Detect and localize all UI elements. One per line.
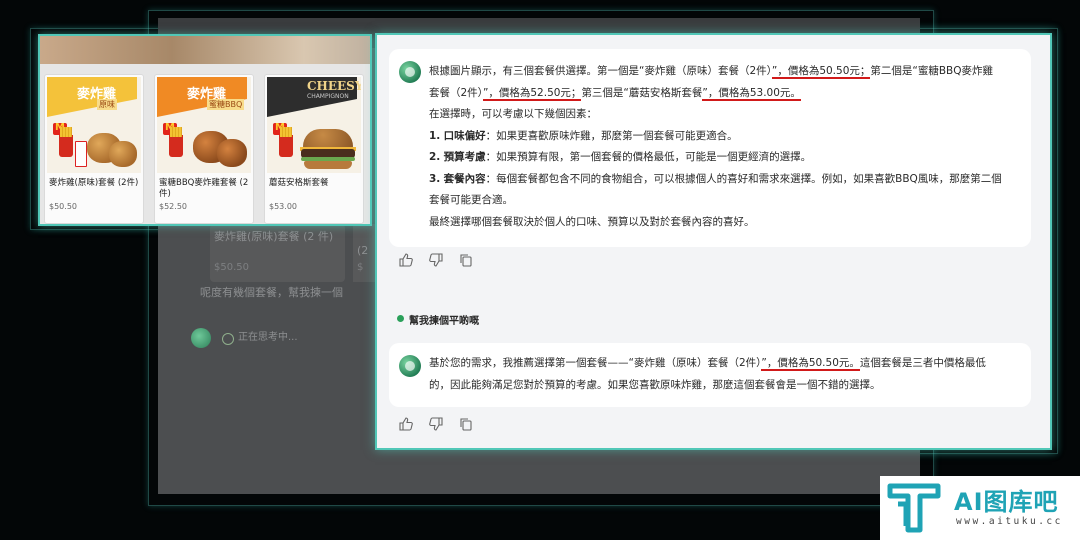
response-text-segment: 第二個是“蜜糖BBQ麥炸雞	[870, 65, 993, 77]
factor-continuation: 套餐可能更合適。	[429, 194, 513, 206]
ai-response-bubble: 根據圖片顯示，有三個套餐供選擇。第一個是“麥炸雞（原味）套餐（2件）”，價格為5…	[389, 49, 1031, 247]
menu-card-original[interactable]: 麥炸雞 原味 麥炸雞(原味)套餐 (2件) $50.50	[44, 74, 144, 224]
chat-panel: 根據圖片顯示，有三個套餐供選擇。第一個是“麥炸雞（原味）套餐（2件）”，價格為5…	[375, 33, 1052, 450]
factor-title: 套餐內容	[443, 172, 486, 185]
copy-icon[interactable]	[459, 417, 473, 431]
response-text-segment: 套餐（2件）	[429, 86, 483, 99]
banner-subtitle: 蜜糖BBQ	[207, 99, 245, 110]
background-item-name: 麥炸雞(原味)套餐 (2 件)	[214, 230, 334, 243]
background-ai-avatar	[191, 328, 211, 348]
factor-item: 2. 預算考慮：如果預算有限，第一個套餐的價格最低，可能是一個更經濟的選擇。	[429, 147, 1019, 169]
factor-item: 3. 套餐內容：每個套餐都包含不同的食物組合，可以根據個人的喜好和需求來選擇。例…	[429, 169, 1019, 191]
factor-item: 1. 口味偏好：如果更喜歡原味炸雞，那麼第一個套餐可能更適合。	[429, 126, 1019, 148]
burger-icon	[303, 129, 353, 149]
menu-top-photo	[40, 36, 370, 64]
banner-subtitle: 原味	[97, 99, 117, 110]
response-line: 套餐（2件）”，價格為52.50元；第三個是“蘑菇安格斯套餐”，價格為53.00…	[429, 83, 1019, 105]
menu-image-panel: 麥炸雞 原味 麥炸雞(原味)套餐 (2件) $50.50 麥炸雞 蜜糖BBQ 蜜…	[38, 34, 372, 226]
chicken-icon	[217, 139, 247, 167]
menu-card-angus[interactable]: CHEESY CHAMPIGNON 蘑菇安格斯套餐 $53.00	[264, 74, 364, 224]
menu-card-bbq[interactable]: 麥炸雞 蜜糖BBQ 蜜糖BBQ麥炸雞套餐 (2件) $52.50	[154, 74, 254, 224]
user-message: 幫我揀個平啲嘅	[409, 316, 479, 327]
burger-bottom-bun	[304, 161, 352, 169]
user-message-dot	[397, 315, 404, 322]
factor-number: 2.	[429, 151, 441, 163]
ai-avatar-icon	[399, 355, 421, 377]
thumbs-up-icon[interactable]	[399, 417, 413, 431]
factor-number: 3.	[429, 172, 441, 185]
conclusion: 最終選擇哪個套餐取決於個人的口味、預算以及對於套餐內容的喜好。	[429, 215, 755, 228]
response-text-segment: 根據圖片顯示，有三個套餐供選擇。第一個是“麥炸雞（原味）套餐（2件）	[429, 65, 772, 77]
background-item-price: $50.50	[214, 262, 249, 273]
response-line: 根據圖片顯示，有三個套餐供選擇。第一個是“麥炸雞（原味）套餐（2件）”，價格為5…	[429, 61, 1019, 83]
menu-item-name: 麥炸雞(原味)套餐 (2件)	[49, 178, 139, 188]
thumbs-down-icon[interactable]	[429, 253, 443, 267]
response-line: 基於您的需求，我推薦選擇第一個套餐——“麥炸雞（原味）套餐（2件）”，價格為50…	[429, 353, 1019, 375]
watermark-url: www.aituku.cc	[956, 516, 1063, 527]
highlighted-price: ”，價格為52.50元；	[482, 86, 582, 101]
factor-title: 口味偏好	[443, 129, 486, 142]
background-item2-price: $	[357, 262, 364, 273]
background-item2-name: (2	[357, 244, 369, 257]
menu-item-price: $53.00	[269, 202, 297, 211]
fries-icon	[59, 127, 73, 157]
fries-icon	[279, 127, 293, 157]
response-line: 的，因此能夠滿足您對於預算的考慮。如果您喜歡原味炸雞，那麼這個套餐會是一個不錯的…	[429, 378, 881, 391]
fries-icon	[169, 127, 183, 157]
thumbs-up-icon[interactable]	[399, 253, 413, 267]
ai-response-text-2: 基於您的需求，我推薦選擇第一個套餐——“麥炸雞（原味）套餐（2件）”，價格為50…	[429, 353, 1019, 396]
aituku-logo-icon	[887, 483, 941, 533]
factor-text: ：如果預算有限，第一個套餐的價格最低，可能是一個更經濟的選擇。	[485, 151, 812, 163]
banner-subtitle: CHAMPIGNON	[307, 93, 349, 100]
thumbs-down-icon[interactable]	[429, 417, 443, 431]
menu-item-price: $52.50	[159, 202, 187, 211]
menu-card-image: 麥炸雞 原味	[47, 77, 141, 173]
menu-item-name: 蘑菇安格斯套餐	[269, 178, 329, 188]
factors-intro: 在選擇時，可以考慮以下幾個因素：	[429, 108, 597, 120]
watermark-title: AI图库吧	[954, 488, 1059, 516]
background-user-prompt: 呢度有幾個套餐，幫我揀一個	[200, 286, 343, 299]
factor-text: ：每個套餐都包含不同的食物組合，可以根據個人的喜好和需求來選擇。例如，如果喜歡B…	[485, 172, 1002, 185]
copy-icon[interactable]	[459, 253, 473, 267]
factor-number: 1.	[429, 129, 441, 142]
banner-title: CHEESY	[307, 79, 361, 93]
response-text-segment: 第三個是“蘑菇安格斯套餐	[581, 86, 703, 99]
ai-avatar-icon	[399, 61, 421, 83]
menu-item-name: 蜜糖BBQ麥炸雞套餐 (2件)	[159, 178, 249, 199]
highlighted-price: ”，價格為53.00元。	[702, 86, 801, 101]
menu-item-price: $50.50	[49, 202, 77, 211]
chicken-icon	[109, 141, 137, 167]
ai-response-bubble-2: 基於您的需求，我推薦選擇第一個套餐——“麥炸雞（原味）套餐（2件）”，價格為50…	[389, 343, 1031, 407]
thinking-icon	[222, 333, 234, 345]
background-menu-card: 麥炸雞(原味)套餐 (2 件) $50.50	[210, 224, 345, 282]
highlighted-price: ”，價格為50.50元。	[761, 357, 860, 371]
factor-text: ：如果更喜歡原味炸雞，那麼第一個套餐可能更適合。	[485, 129, 738, 142]
highlighted-price: ”，價格為50.50元；	[771, 65, 871, 79]
menu-card-image: CHEESY CHAMPIGNON	[267, 77, 361, 173]
drink-icon	[75, 141, 87, 167]
response-text-segment: 基於您的需求，我推薦選擇第一個套餐——“麥炸雞（原味）套餐（2件）	[429, 357, 762, 369]
watermark-logo: AI图库吧 www.aituku.cc	[880, 476, 1080, 540]
ai-response-text: 根據圖片顯示，有三個套餐供選擇。第一個是“麥炸雞（原味）套餐（2件）”，價格為5…	[429, 61, 1019, 233]
factor-title: 預算考慮	[443, 151, 486, 163]
thinking-label: 正在思考中...	[238, 332, 298, 343]
menu-card-image: 麥炸雞 蜜糖BBQ	[157, 77, 251, 173]
response-text-segment: 這個套餐是三者中價格最低	[859, 357, 986, 369]
